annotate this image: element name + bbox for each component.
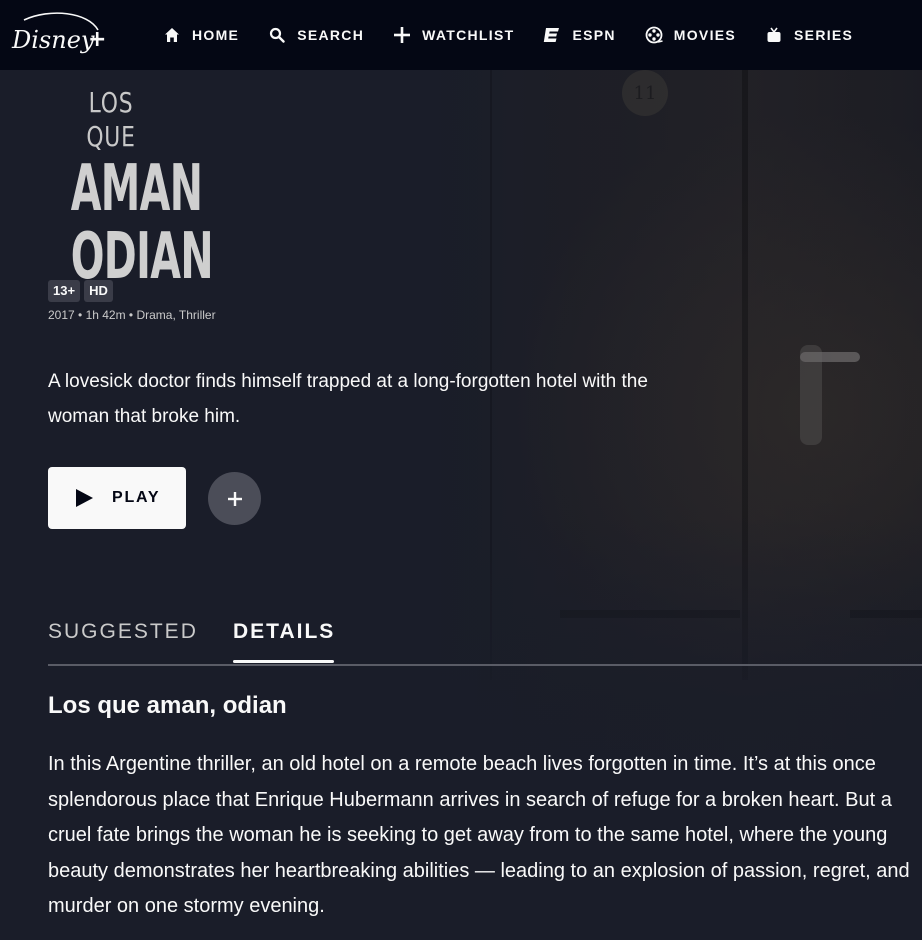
home-icon — [162, 25, 182, 45]
add-to-watchlist-button[interactable] — [208, 472, 261, 525]
tab-suggested[interactable]: SUGGESTED — [48, 620, 198, 644]
disney-plus-logo[interactable]: Disney + — [10, 6, 106, 62]
tv-icon — [764, 25, 784, 45]
nav-label: MOVIES — [673, 27, 737, 43]
film-reel-icon — [644, 25, 664, 45]
quality-badge: HD — [84, 280, 113, 302]
nav-label: SEARCH — [297, 27, 365, 43]
nav-label: WATCHLIST — [422, 27, 515, 43]
play-button-label: PLAY — [112, 489, 161, 506]
age-rating-badge: 13+ — [48, 280, 81, 302]
top-navigation-bar: Disney + HOME SEARCH WATCHLIST ESPN MOVI… — [0, 0, 922, 70]
nav-item-movies[interactable]: MOVIES — [644, 25, 736, 45]
espn-icon — [542, 25, 562, 45]
play-icon — [76, 489, 93, 507]
active-tab-indicator — [233, 660, 334, 663]
svg-text:+: + — [88, 27, 106, 52]
tab-details[interactable]: DETAILS — [233, 620, 335, 644]
nav-label: SERIES — [794, 27, 854, 43]
movie-metadata: 2017 • 1h 42m • Drama, Thriller — [48, 308, 216, 322]
movie-description: A lovesick doctor finds himself trapped … — [48, 371, 648, 427]
svg-text:Disney: Disney — [11, 26, 95, 54]
nav-item-watchlist[interactable]: WATCHLIST — [392, 25, 514, 45]
details-title: Los que aman, odian — [48, 692, 287, 719]
content-tabs: SUGGESTED DETAILS — [48, 616, 922, 666]
plus-icon — [392, 25, 412, 45]
title-art-line: AMAN — [70, 152, 203, 226]
nav-label: ESPN — [572, 27, 616, 43]
plus-icon — [227, 491, 242, 506]
search-icon — [267, 25, 287, 45]
title-art-line: LOS QUE — [86, 86, 136, 153]
rating-badges: 13+ HD — [48, 280, 117, 302]
nav-item-search[interactable]: SEARCH — [267, 25, 364, 45]
details-synopsis: In this Argentine thriller, an old hotel… — [48, 753, 910, 917]
main-nav: HOME SEARCH WATCHLIST ESPN MOVIES SERIES — [162, 0, 881, 70]
title-treatment: LOS QUE AMAN ODIAN — [46, 86, 214, 290]
play-button[interactable]: PLAY — [48, 467, 186, 529]
nav-item-series[interactable]: SERIES — [764, 25, 853, 45]
nav-item-espn[interactable]: ESPN — [542, 25, 615, 45]
nav-item-home[interactable]: HOME — [162, 25, 239, 45]
nav-label: HOME — [192, 27, 240, 43]
